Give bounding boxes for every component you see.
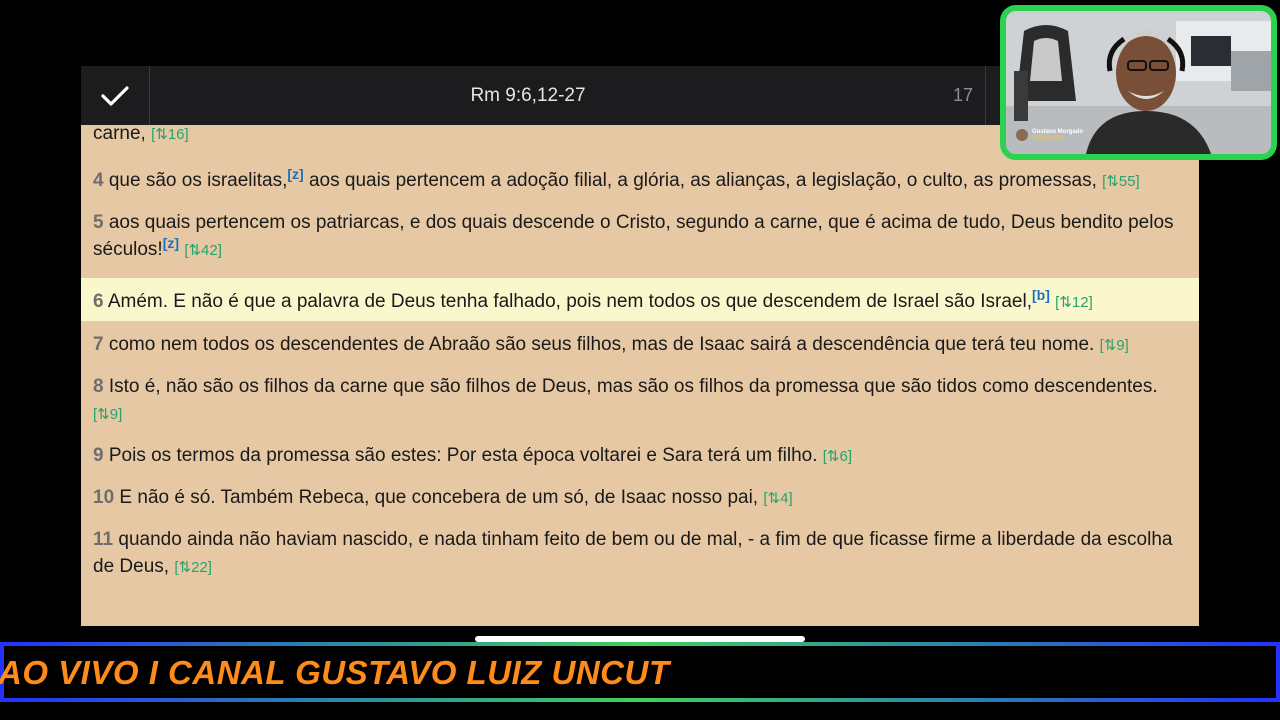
footnote-marker[interactable]: [z]: [163, 235, 179, 251]
verse-8[interactable]: 8 Isto é, não são os filhos da carne que…: [81, 373, 1199, 442]
banner-text: AO VIVO I CANAL GUSTAVO LUIZ UNCUT: [0, 654, 670, 691]
footnote-marker[interactable]: [z]: [287, 166, 303, 182]
verse-7[interactable]: 7 como nem todos os descendentes de Abra…: [81, 321, 1199, 373]
verse-number: 6: [93, 291, 104, 312]
webcam-overlay: Gustavo Morgado @4usaflorida: [1000, 5, 1277, 160]
verse-text: aos quais pertencem os patriarcas, e dos…: [93, 212, 1174, 260]
verse-text: Amém. E não é que a palavra de Deus tenh…: [107, 291, 1032, 312]
cross-reference-link[interactable]: [⇅55]: [1102, 173, 1140, 190]
cross-reference-link[interactable]: [⇅6]: [823, 448, 852, 465]
verse-count: 17: [906, 66, 986, 125]
verse-4[interactable]: 4 que são os israelitas,[z] aos quais pe…: [81, 161, 1199, 209]
check-icon: [101, 85, 129, 106]
verse-number: 9: [93, 445, 104, 466]
verse-text-continued: aos quais pertencem a adoção filial, a g…: [303, 170, 1097, 191]
cross-reference-link[interactable]: [⇅42]: [184, 242, 222, 259]
streamer-handle: @4usaflorida: [1032, 135, 1062, 141]
verse-number: 11: [93, 529, 114, 550]
footnote-marker[interactable]: [b]: [1032, 287, 1050, 303]
cross-reference-link[interactable]: [⇅12]: [1055, 294, 1093, 311]
cross-reference-link[interactable]: [⇅9]: [1100, 337, 1129, 354]
verse-text: carne,: [93, 125, 146, 144]
verse-9[interactable]: 9 Pois os termos da promessa são estes: …: [81, 442, 1199, 484]
passage-reference-label: Rm 9:6,12-27: [470, 84, 586, 106]
webcam-label: Gustavo Morgado @4usaflorida: [1016, 129, 1083, 141]
done-button[interactable]: [81, 66, 150, 125]
scripture-text[interactable]: carne, [⇅16] 4 que são os israelitas,[z]…: [81, 125, 1199, 626]
cross-reference-link[interactable]: [⇅16]: [151, 126, 189, 143]
passage-reference[interactable]: Rm 9:6,12-27: [150, 66, 906, 125]
cross-reference-link[interactable]: [⇅22]: [174, 559, 212, 576]
verse-number: 5: [93, 212, 104, 233]
cross-reference-link[interactable]: [⇅9]: [93, 406, 122, 423]
verse-6-highlighted[interactable]: 6 Amém. E não é que a palavra de Deus te…: [81, 278, 1199, 321]
verse-number: 8: [93, 376, 104, 397]
verse-number: 4: [93, 170, 104, 191]
verse-number: 10: [93, 487, 115, 508]
verse-11[interactable]: 11 quando ainda não haviam nascido, e na…: [81, 526, 1199, 595]
cross-reference-link[interactable]: [⇅4]: [763, 490, 792, 507]
verse-text: que são os israelitas,: [108, 170, 288, 191]
live-banner: AO VIVO I CANAL GUSTAVO LUIZ UNCUT: [0, 642, 1280, 702]
verse-text: como nem todos os descendentes de Abraão…: [108, 334, 1095, 355]
verse-5[interactable]: 5 aos quais pertencem os patriarcas, e d…: [81, 209, 1199, 278]
verse-text: Pois os termos da promessa são estes: Po…: [108, 445, 818, 466]
verse-text: quando ainda não haviam nascido, e nada …: [93, 529, 1173, 577]
verse-text: Isto é, não são os filhos da carne que s…: [108, 376, 1158, 397]
verse-text: E não é só. Também Rebeca, que concebera…: [119, 487, 759, 508]
avatar: [1016, 129, 1028, 141]
verse-10[interactable]: 10 E não é só. Também Rebeca, que conceb…: [81, 484, 1199, 526]
verse-number: 7: [93, 334, 104, 355]
